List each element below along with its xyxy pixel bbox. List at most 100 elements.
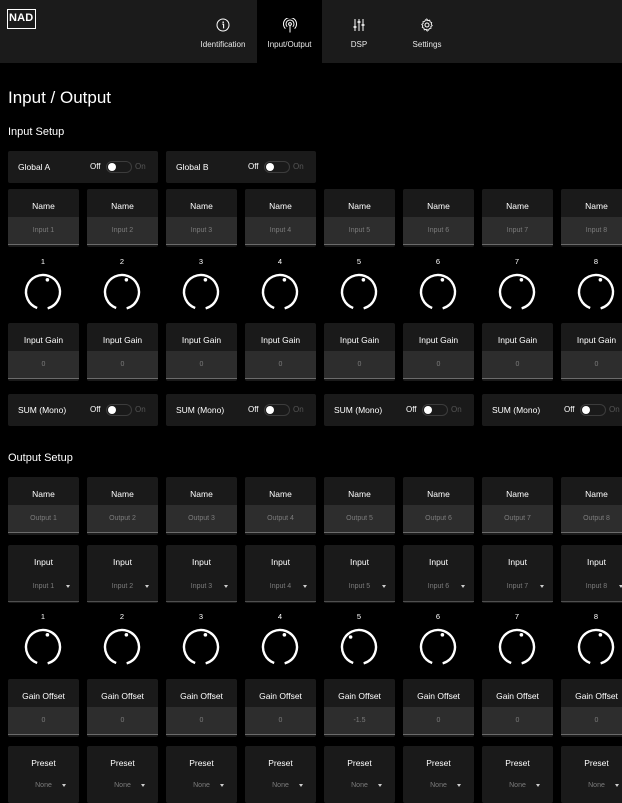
- gain-offset-knob-7[interactable]: [496, 626, 538, 668]
- input-select-label: Input: [113, 557, 132, 567]
- gain-offset-knob-5[interactable]: [338, 626, 380, 668]
- input-select-label: Input: [350, 557, 369, 567]
- output-name-field-6[interactable]: Output 6: [403, 505, 474, 533]
- preset-select-5[interactable]: None: [324, 772, 395, 800]
- tab-identification[interactable]: Identification: [193, 0, 253, 63]
- input-select-7[interactable]: Input 7: [482, 573, 553, 601]
- input-name-card-1: Name Input 1: [8, 189, 79, 247]
- output-name-field-8[interactable]: Output 8: [561, 505, 622, 533]
- input-gain-knob-1[interactable]: [22, 271, 64, 313]
- output-name-field-2[interactable]: Output 2: [87, 505, 158, 533]
- input-gain-field-1[interactable]: 0: [8, 351, 79, 379]
- input-gain-field-2[interactable]: 0: [87, 351, 158, 379]
- toggle-off-label: Off: [90, 162, 101, 171]
- input-gain-knob-5[interactable]: [338, 271, 380, 313]
- input-channel-number: 8: [593, 257, 599, 266]
- tab-dsp[interactable]: DSP: [334, 0, 384, 63]
- output-name-field-5[interactable]: Output 5: [324, 505, 395, 533]
- global-b-card: Global B Off On: [166, 151, 316, 183]
- input-select-4[interactable]: Input 4: [245, 573, 316, 601]
- preset-select-2[interactable]: None: [87, 772, 158, 800]
- gain-offset-knob-6[interactable]: [417, 626, 459, 668]
- name-label: Name: [32, 489, 55, 499]
- input-gain-field-5[interactable]: 0: [324, 351, 395, 379]
- input-name-field-4[interactable]: Input 4: [245, 217, 316, 245]
- gain-offset-knob-4[interactable]: [259, 626, 301, 668]
- output-name-field-1[interactable]: Output 1: [8, 505, 79, 533]
- toggle-track[interactable]: [580, 404, 606, 416]
- info-icon: [193, 18, 253, 34]
- gain-offset-knob-1[interactable]: [22, 626, 64, 668]
- output-name-field-7[interactable]: Output 7: [482, 505, 553, 533]
- input-gain-label: Input Gain: [418, 335, 459, 345]
- gain-offset-field-8[interactable]: 0: [561, 707, 622, 735]
- input-channel-number: 1: [40, 257, 46, 266]
- input-channel-number: 5: [356, 257, 362, 266]
- input-name-field-1[interactable]: Input 1: [8, 217, 79, 245]
- gain-offset-knob-3[interactable]: [180, 626, 222, 668]
- gain-offset-field-7[interactable]: 0: [482, 707, 553, 735]
- input-gain-knob-2[interactable]: [101, 271, 143, 313]
- gain-offset-knob-2[interactable]: [101, 626, 143, 668]
- input-select-label: Input: [587, 557, 606, 567]
- input-gain-knob-3[interactable]: [180, 271, 222, 313]
- preset-select-3[interactable]: None: [166, 772, 237, 800]
- preset-label: Preset: [268, 758, 293, 768]
- preset-card-4: Preset None: [245, 746, 316, 803]
- input-gain-field-3[interactable]: 0: [166, 351, 237, 379]
- gain-offset-field-1[interactable]: 0: [8, 707, 79, 735]
- input-gain-knob-8[interactable]: [575, 271, 617, 313]
- gain-offset-field-4[interactable]: 0: [245, 707, 316, 735]
- preset-select-1[interactable]: None: [8, 772, 79, 800]
- input-name-field-3[interactable]: Input 3: [166, 217, 237, 245]
- toggle-track[interactable]: [106, 404, 132, 416]
- input-select-1[interactable]: Input 1: [8, 573, 79, 601]
- gain-offset-field-5[interactable]: -1.5: [324, 707, 395, 735]
- input-name-field-6[interactable]: Input 6: [403, 217, 474, 245]
- preset-select-6[interactable]: None: [403, 772, 474, 800]
- input-channel-number: 2: [119, 257, 125, 266]
- input-gain-field-8[interactable]: 0: [561, 351, 622, 379]
- input-gain-knob-4[interactable]: [259, 271, 301, 313]
- input-select-5[interactable]: Input 5: [324, 573, 395, 601]
- name-label: Name: [348, 201, 371, 211]
- input-gain-knob-6[interactable]: [417, 271, 459, 313]
- toggle-track[interactable]: [264, 404, 290, 416]
- preset-select-value: None: [114, 782, 131, 789]
- output-channel-number: 3: [198, 612, 204, 621]
- chevron-down-icon: [220, 784, 224, 787]
- gain-offset-label: Gain Offset: [575, 691, 618, 701]
- input-select-6[interactable]: Input 6: [403, 573, 474, 601]
- input-select-2[interactable]: Input 2: [87, 573, 158, 601]
- gain-offset-card-5: Gain Offset -1.5: [324, 679, 395, 737]
- input-gain-field-4[interactable]: 0: [245, 351, 316, 379]
- sum-mono-label: SUM (Mono): [492, 405, 541, 415]
- gain-offset-field-6[interactable]: 0: [403, 707, 474, 735]
- input-name-field-8[interactable]: Input 8: [561, 217, 622, 245]
- input-select-8[interactable]: Input 8: [561, 573, 622, 601]
- toggle-track[interactable]: [264, 161, 290, 173]
- input-name-field-2[interactable]: Input 2: [87, 217, 158, 245]
- preset-select-4[interactable]: None: [245, 772, 316, 800]
- tab-input-output-label: Input/Output: [267, 40, 312, 49]
- gain-offset-knob-8[interactable]: [575, 626, 617, 668]
- preset-select-7[interactable]: None: [482, 772, 553, 800]
- tab-settings[interactable]: Settings: [402, 0, 452, 63]
- gain-offset-field-2[interactable]: 0: [87, 707, 158, 735]
- toggle-track[interactable]: [106, 161, 132, 173]
- gain-offset-field-3[interactable]: 0: [166, 707, 237, 735]
- input-gain-card-7: Input Gain 0: [482, 323, 553, 381]
- input-name-field-7[interactable]: Input 7: [482, 217, 553, 245]
- input-select-3[interactable]: Input 3: [166, 573, 237, 601]
- preset-select-8[interactable]: None: [561, 772, 622, 800]
- input-select-label: Input: [192, 557, 211, 567]
- input-gain-knob-7[interactable]: [496, 271, 538, 313]
- input-name-field-5[interactable]: Input 5: [324, 217, 395, 245]
- output-name-field-4[interactable]: Output 4: [245, 505, 316, 533]
- toggle-track[interactable]: [422, 404, 448, 416]
- input-gain-field-6[interactable]: 0: [403, 351, 474, 379]
- output-name-field-3[interactable]: Output 3: [166, 505, 237, 533]
- tab-input-output[interactable]: Input/Output: [257, 0, 322, 63]
- input-gain-field-7[interactable]: 0: [482, 351, 553, 379]
- output-input-card-1: Input Input 1: [8, 545, 79, 603]
